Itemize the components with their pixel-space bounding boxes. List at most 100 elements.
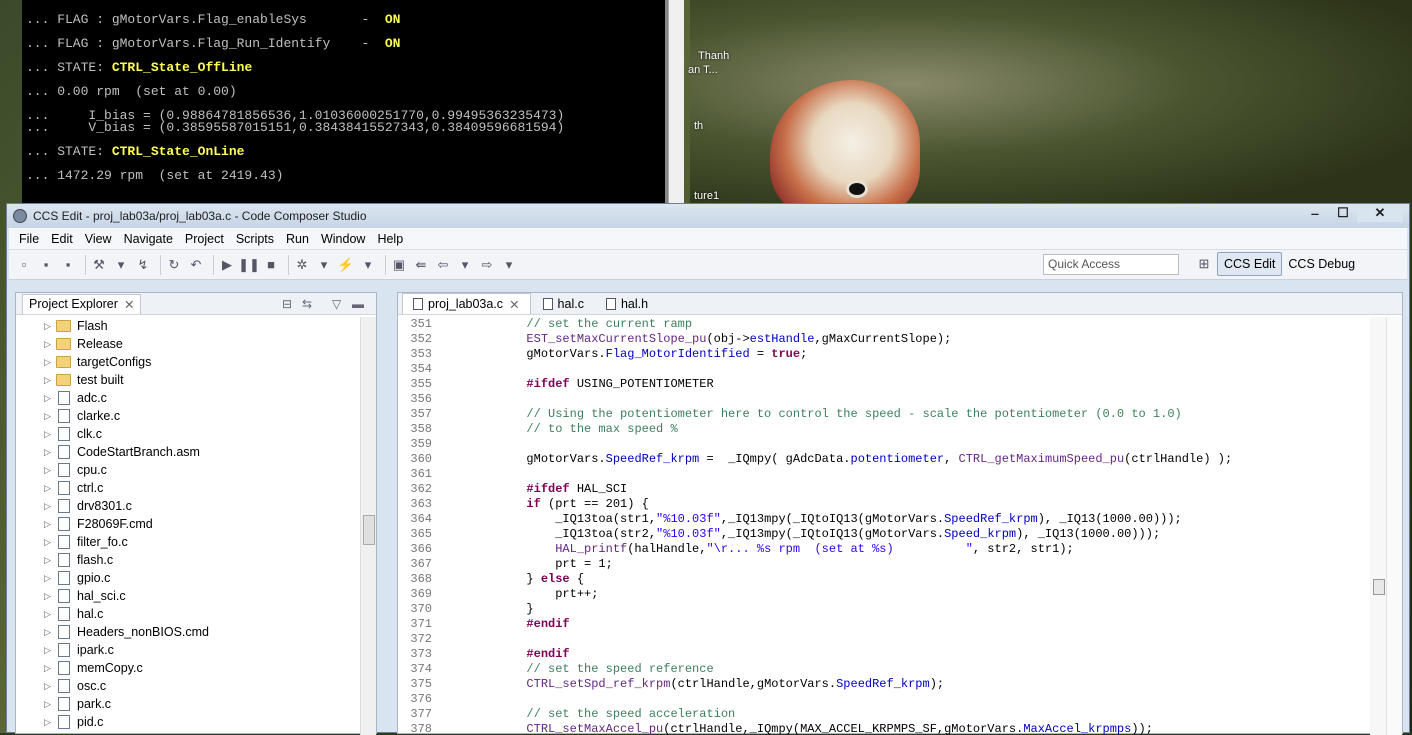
- resume-icon[interactable]: ▶: [218, 256, 236, 274]
- code-line[interactable]: 359: [398, 437, 1370, 452]
- chevron-right-icon[interactable]: ▷: [44, 555, 51, 566]
- maximize-button[interactable]: ☐: [1329, 204, 1357, 222]
- code-line[interactable]: 366 HAL_printf(halHandle,"\r... %s rpm (…: [398, 542, 1370, 557]
- code-line[interactable]: 376: [398, 692, 1370, 707]
- debug-icon[interactable]: ✲: [293, 256, 311, 274]
- back-icon[interactable]: ⇦: [434, 256, 452, 274]
- code-line[interactable]: 371 #endif: [398, 617, 1370, 632]
- tree-item[interactable]: ▷ park.c: [16, 695, 362, 713]
- serial-console[interactable]: ... FLAG : gMotorVars.Flag_enableSys - O…: [22, 0, 668, 210]
- tree-item[interactable]: ▷ F28069F.cmd: [16, 515, 362, 533]
- tree-item[interactable]: ▷ gpio.c: [16, 569, 362, 587]
- build-icon[interactable]: ⚒: [90, 256, 108, 274]
- menu-help[interactable]: Help: [371, 232, 409, 246]
- code-line[interactable]: 355 #ifdef USING_POTENTIOMETER: [398, 377, 1370, 392]
- tree-item[interactable]: ▷ test built: [16, 371, 362, 389]
- desktop-icons[interactable]: Thanh an T... th ture1: [684, 0, 729, 210]
- collapse-all-icon[interactable]: ⊟: [282, 297, 292, 311]
- chevron-down-icon[interactable]: ▾: [112, 256, 130, 274]
- code-line[interactable]: 361: [398, 467, 1370, 482]
- menu-window[interactable]: Window: [315, 232, 371, 246]
- code-line[interactable]: 351 // set the current ramp: [398, 317, 1370, 332]
- menu-scripts[interactable]: Scripts: [230, 232, 280, 246]
- desktop-icon-label[interactable]: ture1: [694, 190, 719, 202]
- step-icon[interactable]: ↯: [134, 256, 152, 274]
- tree-item[interactable]: ▷ ipark.c: [16, 641, 362, 659]
- code-line[interactable]: 354: [398, 362, 1370, 377]
- chevron-right-icon[interactable]: ▷: [44, 609, 51, 620]
- chevron-right-icon[interactable]: ▷: [44, 411, 51, 422]
- chevron-right-icon[interactable]: ▷: [44, 465, 51, 476]
- menu-navigate[interactable]: Navigate: [118, 232, 179, 246]
- tree-item[interactable]: ▷ cpu.c: [16, 461, 362, 479]
- code-line[interactable]: 358 // to the max speed %: [398, 422, 1370, 437]
- code-line[interactable]: 357 // Using the potentiometer here to c…: [398, 407, 1370, 422]
- close-icon[interactable]: ✕: [509, 297, 519, 312]
- reset-icon[interactable]: ↶: [187, 256, 205, 274]
- code-line[interactable]: 356: [398, 392, 1370, 407]
- code-line[interactable]: 360 gMotorVars.SpeedRef_krpm = _IQmpy( g…: [398, 452, 1370, 467]
- menu-view[interactable]: View: [79, 232, 118, 246]
- chevron-right-icon[interactable]: ▷: [44, 699, 51, 710]
- tree-item[interactable]: ▷ memCopy.c: [16, 659, 362, 677]
- tab-proj_lab03a-c[interactable]: proj_lab03a.c ✕: [402, 293, 531, 314]
- tree-item[interactable]: ▷ clarke.c: [16, 407, 362, 425]
- minimize-view-icon[interactable]: ▬: [352, 297, 364, 311]
- code-line[interactable]: 364 _IQ13toa(str1,"%10.03f",_IQ13mpy(_IQ…: [398, 512, 1370, 527]
- code-line[interactable]: 352 EST_setMaxCurrentSlope_pu(obj->estHa…: [398, 332, 1370, 347]
- window-titlebar[interactable]: CCS Edit - proj_lab03a/proj_lab03a.c - C…: [7, 204, 1409, 228]
- tree-item[interactable]: ▷ clk.c: [16, 425, 362, 443]
- code-line[interactable]: 363 if (prt == 201) {: [398, 497, 1370, 512]
- chevron-down-icon[interactable]: ▾: [315, 256, 333, 274]
- console-icon[interactable]: ▣: [390, 256, 408, 274]
- chevron-right-icon[interactable]: ▷: [44, 717, 51, 728]
- tree-item[interactable]: ▷ drv8301.c: [16, 497, 362, 515]
- refresh-icon[interactable]: ↻: [165, 256, 183, 274]
- desktop-icon-label[interactable]: an T...: [688, 64, 718, 76]
- menu-file[interactable]: File: [13, 232, 45, 246]
- chevron-right-icon[interactable]: ▷: [44, 519, 51, 530]
- code-line[interactable]: 365 _IQ13toa(str2,"%10.03f",_IQ13mpy(_IQ…: [398, 527, 1370, 542]
- chevron-right-icon[interactable]: ▷: [44, 321, 51, 332]
- tab-hal-c[interactable]: hal.c: [533, 293, 594, 314]
- editor-scroll-thumb[interactable]: [1373, 579, 1385, 595]
- chevron-down-icon[interactable]: ▾: [456, 256, 474, 274]
- chevron-right-icon[interactable]: ▷: [44, 645, 51, 656]
- tree-item[interactable]: ▷ adc.c: [16, 389, 362, 407]
- menu-run[interactable]: Run: [280, 232, 315, 246]
- code-area[interactable]: 351 // set the current ramp 352 EST_setMa…: [398, 317, 1370, 735]
- chevron-right-icon[interactable]: ▷: [44, 663, 51, 674]
- chevron-right-icon[interactable]: ▷: [44, 447, 51, 458]
- tab-project-explorer[interactable]: Project Explorer ✕: [22, 293, 142, 314]
- suspend-icon[interactable]: ❚❚: [238, 256, 260, 274]
- chevron-right-icon[interactable]: ▷: [44, 501, 51, 512]
- desktop-icon-label[interactable]: Thanh: [698, 50, 729, 62]
- tree-item[interactable]: ▷ Release: [16, 335, 362, 353]
- terminate-icon[interactable]: ■: [262, 256, 280, 274]
- chevron-down-icon[interactable]: ▾: [500, 256, 518, 274]
- explorer-scroll-thumb[interactable]: [363, 515, 375, 545]
- chevron-right-icon[interactable]: ▷: [44, 375, 51, 386]
- editor-scrollbar[interactable]: [1370, 317, 1386, 735]
- quick-access-input[interactable]: Quick Access: [1043, 254, 1179, 275]
- forward-icon[interactable]: ⇨: [478, 256, 496, 274]
- explorer-scrollbar[interactable]: [360, 317, 376, 735]
- code-line[interactable]: 353 gMotorVars.Flag_MotorIdentified = tr…: [398, 347, 1370, 362]
- code-line[interactable]: 370 }: [398, 602, 1370, 617]
- tree-item[interactable]: ▷ pid.c: [16, 713, 362, 731]
- chevron-right-icon[interactable]: ▷: [44, 339, 51, 350]
- console-scrollbar[interactable]: [668, 0, 684, 210]
- menu-edit[interactable]: Edit: [45, 232, 79, 246]
- tree-item[interactable]: ▷ Flash: [16, 317, 362, 335]
- chevron-right-icon[interactable]: ▷: [44, 357, 51, 368]
- code-line[interactable]: 368 } else {: [398, 572, 1370, 587]
- tree-item[interactable]: ▷ CodeStartBranch.asm: [16, 443, 362, 461]
- tab-hal-h[interactable]: hal.h: [596, 293, 658, 314]
- code-line[interactable]: 374 // set the speed reference: [398, 662, 1370, 677]
- code-line[interactable]: 375 CTRL_setSpd_ref_krpm(ctrlHandle,gMot…: [398, 677, 1370, 692]
- code-line[interactable]: 369 prt++;: [398, 587, 1370, 602]
- code-line[interactable]: 367 prt = 1;: [398, 557, 1370, 572]
- tree-item[interactable]: ▷ hal_sci.c: [16, 587, 362, 605]
- save-all-icon[interactable]: ▪: [59, 256, 77, 274]
- tree-item[interactable]: ▷ filter_fo.c: [16, 533, 362, 551]
